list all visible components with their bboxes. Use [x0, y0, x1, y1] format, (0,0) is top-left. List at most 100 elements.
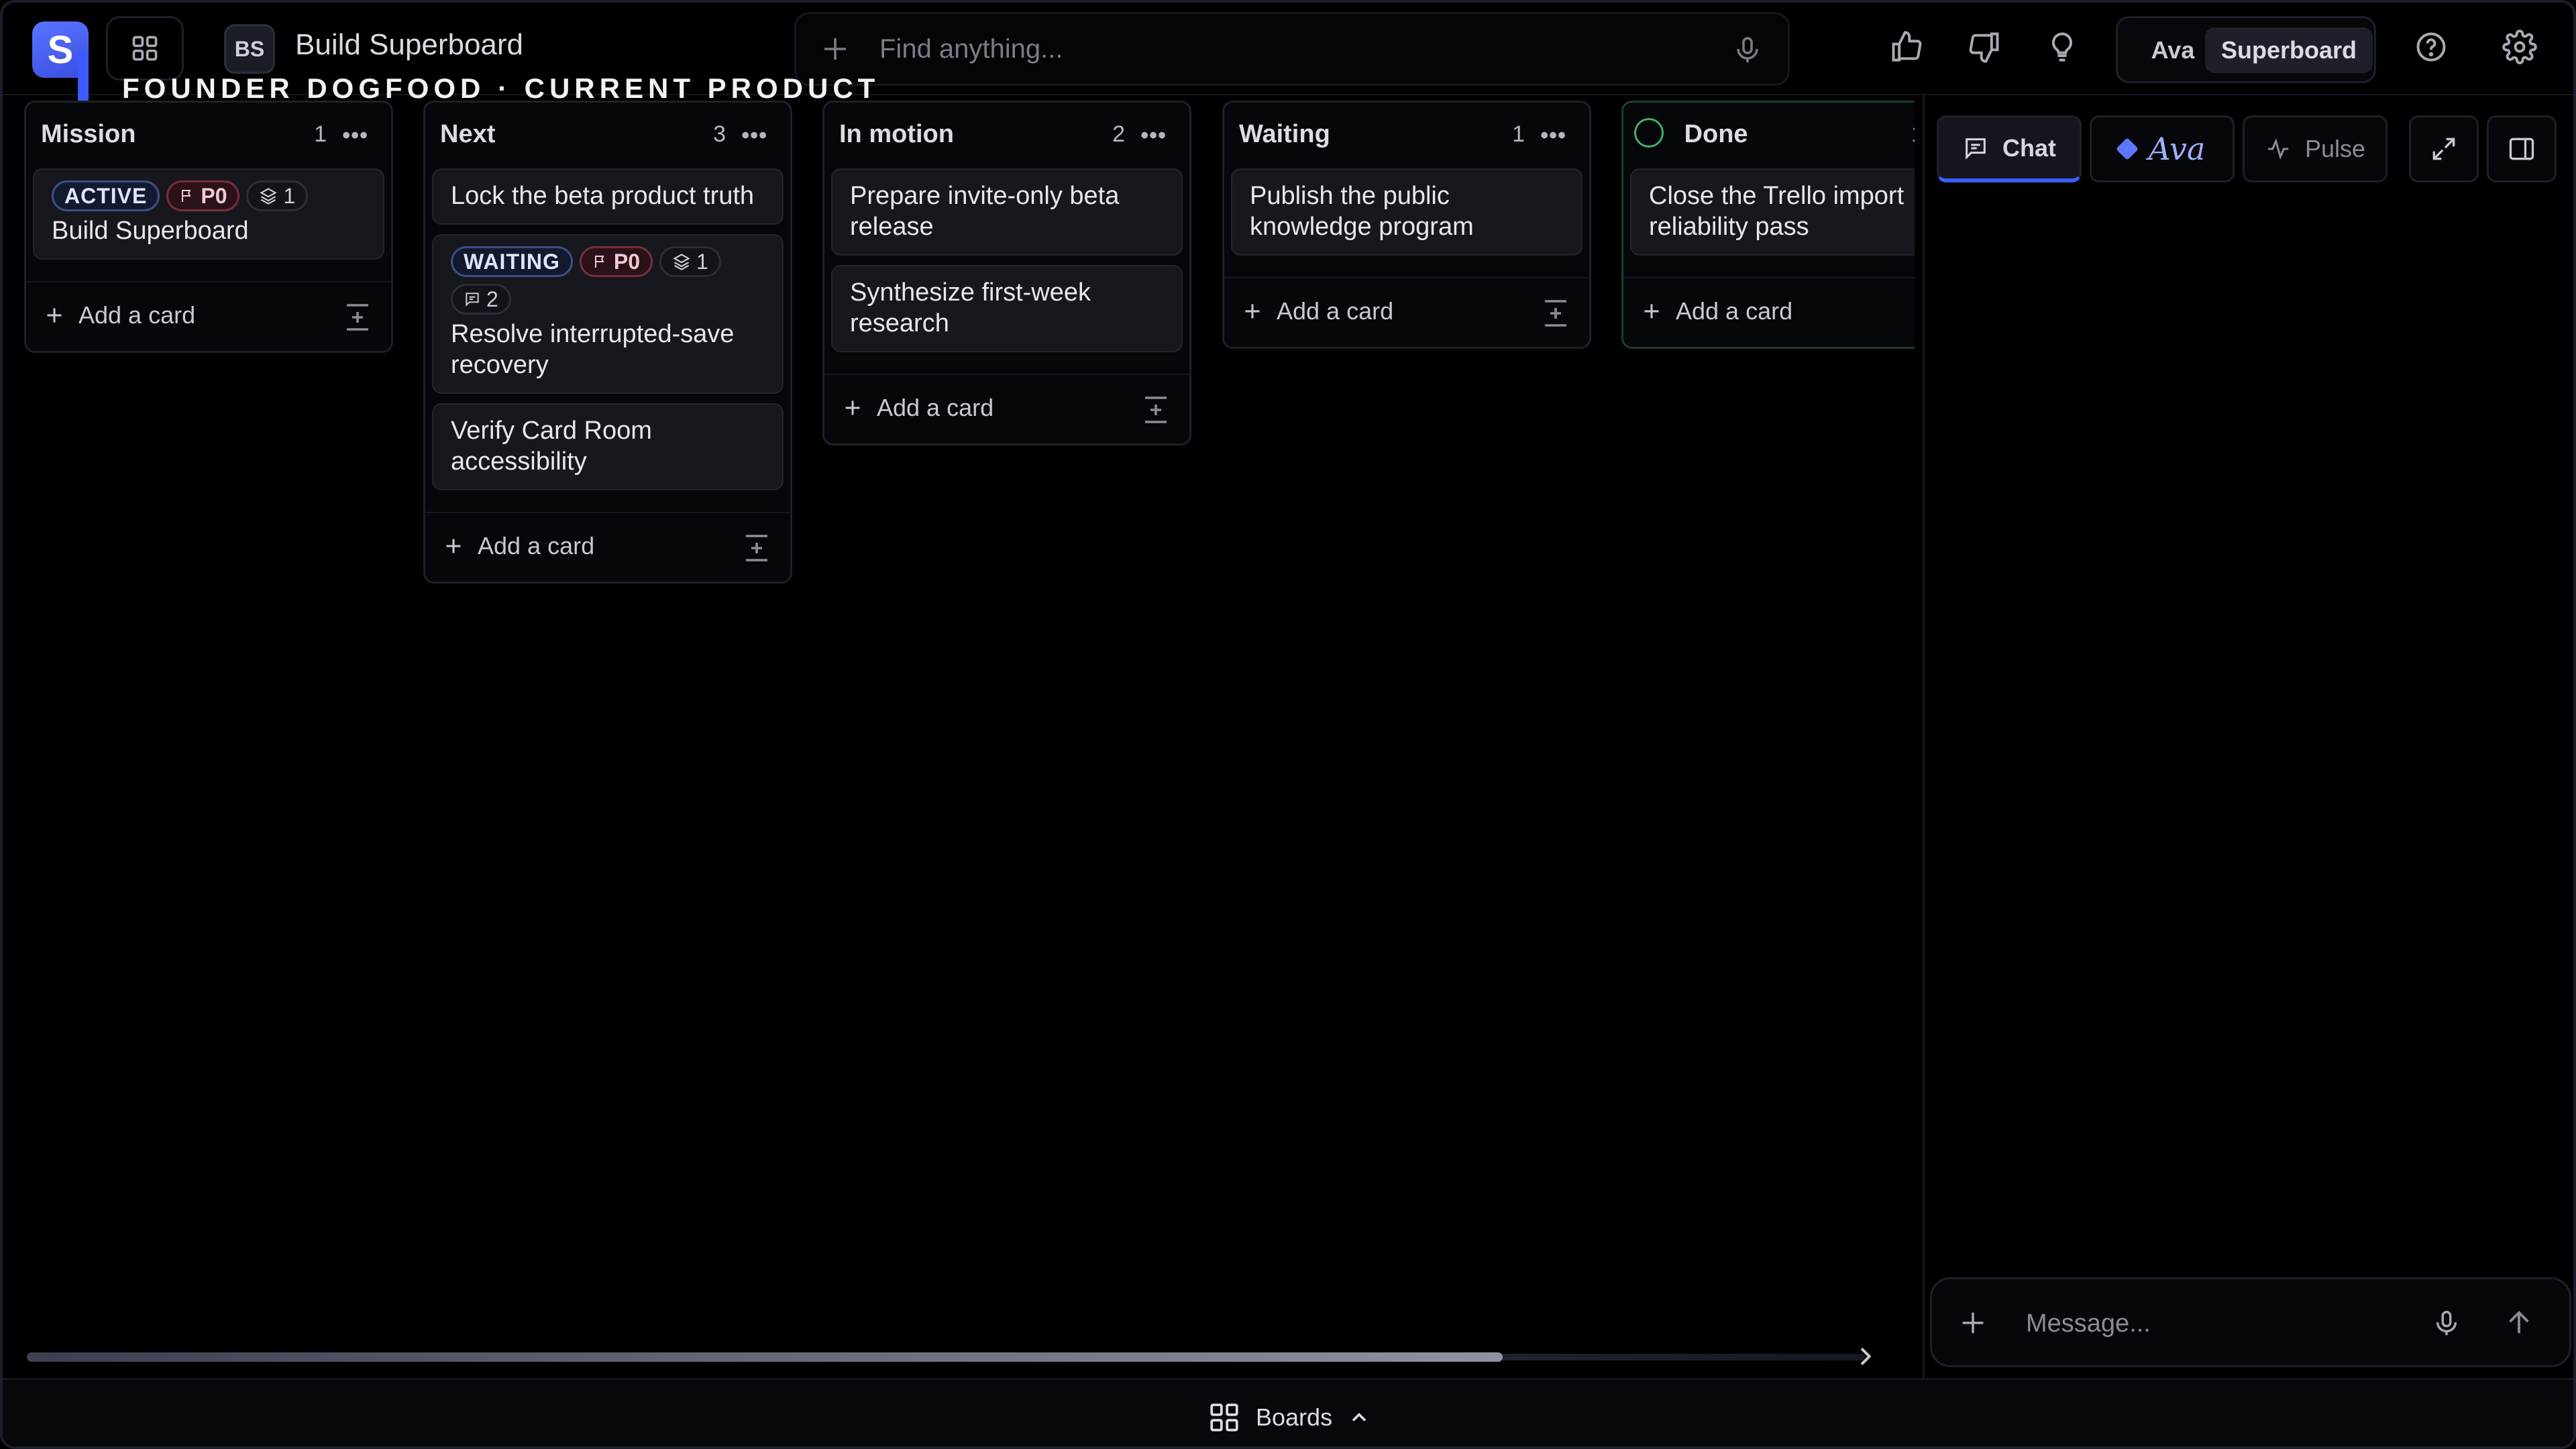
board-title[interactable]: Build Superboard [295, 28, 523, 62]
comment-icon [466, 292, 479, 307]
expand-icon [2432, 138, 2455, 160]
layers-icon [673, 254, 690, 270]
card[interactable]: Close the Trello import reliability pass [1630, 168, 1915, 256]
chevron-right-icon[interactable] [1851, 1342, 1878, 1371]
list-footer: Add a card [1623, 277, 1915, 347]
lightbulb-icon [2051, 32, 2073, 62]
subtask-badge: 1 [246, 180, 309, 211]
plus-icon [1644, 304, 1659, 319]
boards-label: Boards [1256, 1403, 1333, 1431]
list-more-button[interactable]: ••• [1140, 123, 1167, 149]
add-card-label: Add a card [478, 532, 595, 559]
tab-ava[interactable]: Ava [2090, 115, 2235, 182]
card[interactable]: Publish the public knowledge program [1231, 168, 1582, 256]
chat-composer [1930, 1277, 2571, 1367]
add-card-label: Add a card [1676, 297, 1793, 325]
list-count: 1 [1911, 121, 1915, 148]
plus-icon [845, 400, 860, 415]
scroll-thumb[interactable] [27, 1352, 1503, 1362]
assistant-panel: Chat Ava Pulse [1923, 95, 2573, 1378]
add-card-button[interactable]: Add a card [1240, 297, 1393, 325]
priority-badge: P0 [579, 246, 653, 277]
list-count: 3 [713, 121, 726, 147]
board-avatar[interactable]: BS [224, 24, 275, 74]
sidebar-icon [2509, 138, 2534, 160]
card-title: Lock the beta product truth [451, 182, 755, 210]
list-more-button[interactable]: ••• [741, 123, 767, 149]
list-title[interactable]: Waiting [1239, 120, 1330, 149]
list-more-button[interactable]: ••• [342, 123, 368, 149]
settings-button[interactable] [2500, 27, 2540, 67]
add-card-button[interactable]: Add a card [42, 301, 195, 329]
list-header: Waiting 1 ••• [1224, 103, 1589, 159]
tab-label: Chat [2002, 133, 2056, 162]
plus-icon[interactable] [1957, 1307, 1988, 1338]
list-more-button[interactable]: ••• [1540, 123, 1566, 149]
mode-superboard[interactable]: Superboard [2205, 28, 2373, 73]
comment-count: 2 [486, 286, 498, 311]
thumbs-up-button[interactable] [1886, 27, 1927, 67]
subtask-count: 1 [283, 183, 296, 208]
card-template-button[interactable] [1536, 293, 1576, 333]
card[interactable]: Prepare invite-only beta release [831, 168, 1183, 256]
toggle-sidebar-button[interactable] [2487, 115, 2557, 182]
add-card-button[interactable]: Add a card [1640, 297, 1792, 325]
card[interactable]: Synthesize first-week research [831, 265, 1183, 352]
flag-icon [594, 256, 604, 268]
expand-panel-button[interactable] [2409, 115, 2479, 182]
subtask-count: 1 [696, 249, 708, 274]
add-card-label: Add a card [78, 301, 196, 329]
check-circle-icon [1634, 117, 1664, 148]
mic-icon[interactable] [2431, 1307, 2462, 1340]
card-chips: ACTIVE P0 1 [52, 180, 366, 211]
boards-switcher-button[interactable]: Boards [1208, 1399, 1371, 1436]
search-input[interactable] [879, 28, 1671, 70]
add-card-button[interactable]: Add a card [841, 394, 994, 422]
template-icon [347, 304, 368, 331]
panel-tabs: Chat Ava Pulse [1937, 115, 2567, 185]
card[interactable]: ACTIVE P0 1 Build Superboard [33, 168, 384, 260]
mode-ava[interactable]: Ava [2133, 28, 2213, 73]
plus-icon[interactable] [819, 33, 851, 65]
plus-icon [47, 308, 62, 323]
card-template-button[interactable] [737, 528, 777, 568]
chevron-up-icon [1352, 1412, 1366, 1421]
card-template-button[interactable] [1136, 390, 1176, 430]
mic-icon[interactable] [1731, 33, 1764, 68]
card[interactable]: Lock the beta product truth [432, 168, 784, 225]
list-title[interactable]: In motion [839, 120, 954, 149]
help-button[interactable] [2411, 27, 2451, 67]
list-title[interactable]: Mission [41, 120, 136, 149]
list-header: In motion 2 ••• [824, 103, 1189, 159]
card-template-button[interactable] [337, 297, 378, 337]
board-scrollbar[interactable] [27, 1347, 1878, 1366]
board-canvas: Mission 1 ••• ACTIVE P0 1 Build Superboa [3, 95, 1915, 1370]
priority-badge: P0 [166, 180, 240, 211]
card-title: Close the Trello import reliability pass [1649, 182, 1904, 241]
add-card-button[interactable]: Add a card [441, 532, 594, 560]
tab-chat[interactable]: Chat [1937, 115, 2082, 182]
card[interactable]: Verify Card Room accessibility [432, 403, 784, 490]
list-header: Mission 1 ••• [26, 103, 391, 159]
card[interactable]: WAITING P0 1 2 Resolve interrupted-save … [432, 234, 784, 394]
list-title[interactable]: Done [1634, 117, 1748, 150]
bottom-bar: Boards [3, 1378, 2573, 1446]
list-count: 1 [1512, 121, 1525, 147]
thumbs-down-button[interactable] [1964, 27, 2004, 67]
send-arrow-icon[interactable] [2504, 1306, 2534, 1340]
status-badge: WAITING [451, 246, 573, 277]
idea-button[interactable] [2042, 27, 2082, 67]
list-title[interactable]: Next [440, 120, 495, 149]
comment-badge: 2 [451, 284, 511, 315]
card-title: Synthesize first-week research [850, 278, 1091, 337]
apps-grid-button[interactable] [106, 16, 184, 80]
tab-pulse[interactable]: Pulse [2243, 115, 2387, 182]
message-input[interactable] [2026, 1302, 2455, 1345]
list-done: Done 1 ••• Close the Trello import relia… [1621, 101, 1915, 349]
diamond-icon [2115, 138, 2139, 160]
pulse-icon [2267, 138, 2288, 160]
tab-label: Pulse [2304, 135, 2366, 162]
list-mission: Mission 1 ••• ACTIVE P0 1 Build Superboa [24, 101, 393, 353]
template-icon [746, 535, 767, 561]
tab-label: Ava [2148, 131, 2206, 167]
